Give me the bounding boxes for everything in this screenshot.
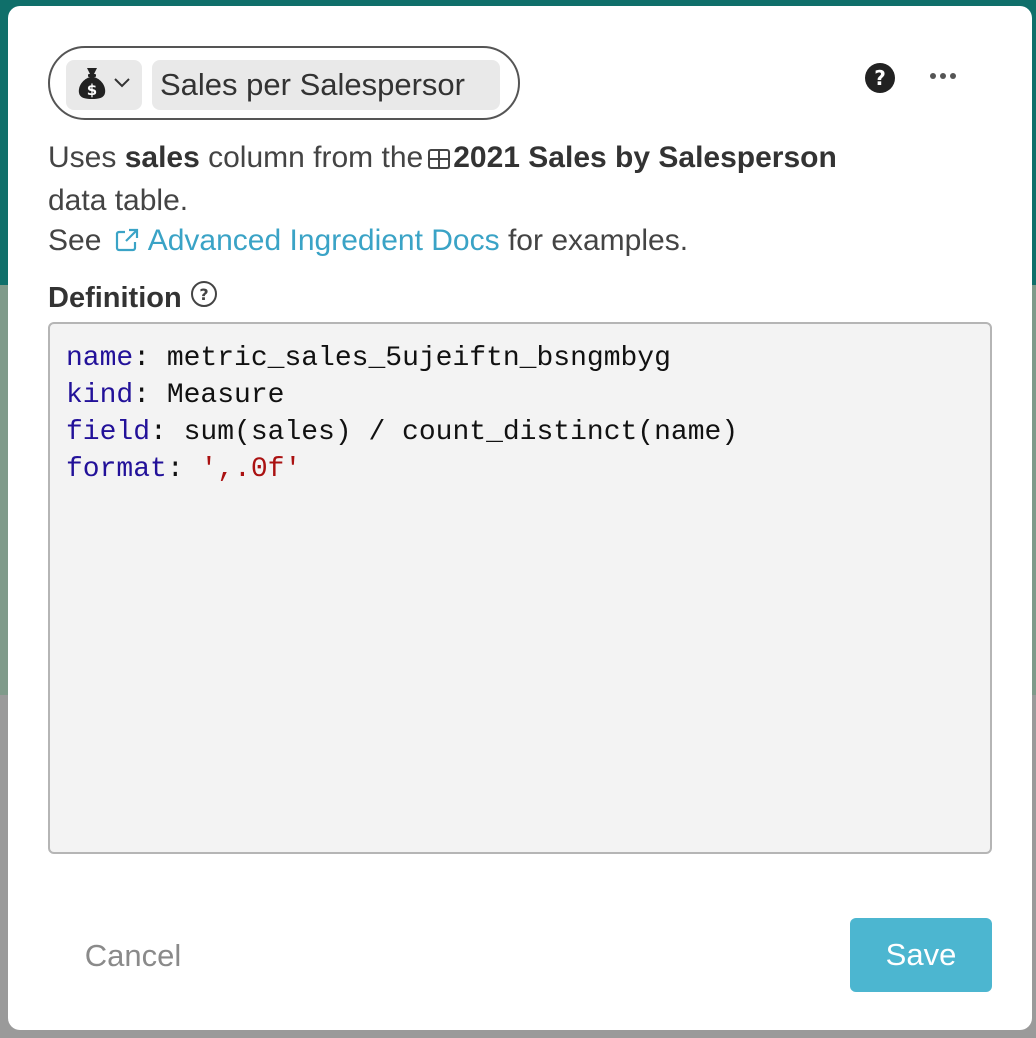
svg-text:$: $ xyxy=(87,81,97,99)
money-bag-icon: $ xyxy=(77,66,107,105)
yaml-separator: : xyxy=(133,380,167,411)
chevron-down-icon xyxy=(113,76,131,94)
yaml-separator: : xyxy=(133,343,167,374)
docs-link-label: Advanced Ingredient Docs xyxy=(147,224,500,257)
code-line: kind: Measure xyxy=(66,377,974,414)
from-the-text: column from the xyxy=(208,141,424,174)
ingredient-editor-modal: $ Sales per Salespersor ? Uses sales col… xyxy=(8,6,1032,1030)
code-line: name: metric_sales_5ujeiftn_bsngmbyg xyxy=(66,340,974,377)
ellipsis-icon xyxy=(930,73,956,79)
definition-code-editor[interactable]: name: metric_sales_5ujeiftn_bsngmbyg kind… xyxy=(48,322,992,854)
svg-text:?: ? xyxy=(199,285,208,304)
yaml-separator: : xyxy=(150,417,184,448)
table-name: 2021 Sales by Salesperson xyxy=(453,141,837,174)
table-icon xyxy=(427,141,451,181)
yaml-value: sum(sales) / count_distinct(name) xyxy=(183,417,739,448)
yaml-key: kind xyxy=(66,380,134,411)
yaml-value: metric_sales_5ujeiftn_bsngmbyg xyxy=(166,343,671,374)
cancel-button[interactable]: Cancel xyxy=(68,924,198,988)
advanced-ingredient-docs-link[interactable]: Advanced Ingredient Docs xyxy=(110,224,500,257)
yaml-key: field xyxy=(66,417,151,448)
definition-help-icon[interactable]: ? xyxy=(190,280,218,316)
yaml-separator: : xyxy=(166,454,201,485)
definition-label: Definition xyxy=(48,281,182,314)
see-text: See xyxy=(48,224,102,257)
icon-picker-button[interactable]: $ xyxy=(66,60,142,110)
yaml-value: Measure xyxy=(166,380,285,411)
ingredient-description: Uses sales column from the 2021 Sales by … xyxy=(48,138,1008,264)
description-line-2: data table. xyxy=(48,184,189,217)
more-options-button[interactable] xyxy=(928,62,960,94)
save-button[interactable]: Save xyxy=(850,918,992,992)
description-line-1: Uses sales column from the 2021 Sales by … xyxy=(48,138,1008,181)
yaml-key: name xyxy=(66,343,134,374)
external-link-icon xyxy=(114,224,140,264)
ingredient-name-input[interactable]: Sales per Salespersor xyxy=(152,60,500,110)
yaml-value: ',.0f' xyxy=(200,454,302,485)
yaml-key: format xyxy=(66,454,167,485)
column-name: sales xyxy=(124,141,200,174)
uses-text: Uses xyxy=(48,141,117,174)
question-circle-icon: ? xyxy=(865,63,895,93)
definition-heading: Definition ? xyxy=(48,280,218,316)
help-button[interactable]: ? xyxy=(864,62,896,94)
svg-text:?: ? xyxy=(874,66,886,90)
ingredient-name-pill: $ Sales per Salespersor xyxy=(48,46,520,120)
code-line: field: sum(sales) / count_distinct(name) xyxy=(66,414,974,451)
for-examples-text: for examples. xyxy=(507,224,689,257)
code-line: format: ',.0f' xyxy=(66,451,974,488)
description-line-3: See Advanced Ingredient Docs for example… xyxy=(48,221,1008,264)
